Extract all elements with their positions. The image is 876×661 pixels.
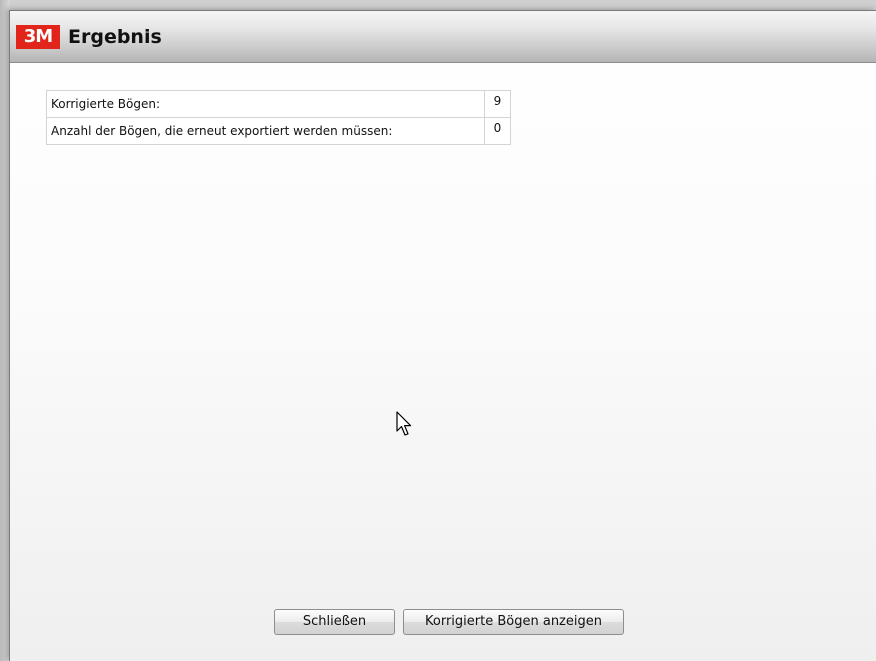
dialog-title-bar: 3M Ergebnis [10,11,876,63]
row-value-corrected-sheets: 9 [484,90,511,118]
dialog-title: Ergebnis [68,26,162,48]
show-corrected-sheets-button[interactable]: Korrigierte Bögen anzeigen [403,609,624,635]
close-button[interactable]: Schließen [274,609,395,635]
brand-logo: 3M [16,25,60,49]
table-row: Anzahl der Bögen, die erneut exportiert … [46,117,511,145]
result-table: Korrigierte Bögen: 9 Anzahl der Bögen, d… [46,90,511,145]
row-value-reexport-count: 0 [484,117,511,145]
row-label-reexport-count: Anzahl der Bögen, die erneut exportiert … [46,117,485,145]
row-label-corrected-sheets: Korrigierte Bögen: [46,90,485,118]
mouse-pointer-icon [396,411,412,436]
result-dialog: 3M Ergebnis Korrigierte Bögen: 9 Anzahl … [9,10,876,661]
table-row: Korrigierte Bögen: 9 [46,90,511,118]
